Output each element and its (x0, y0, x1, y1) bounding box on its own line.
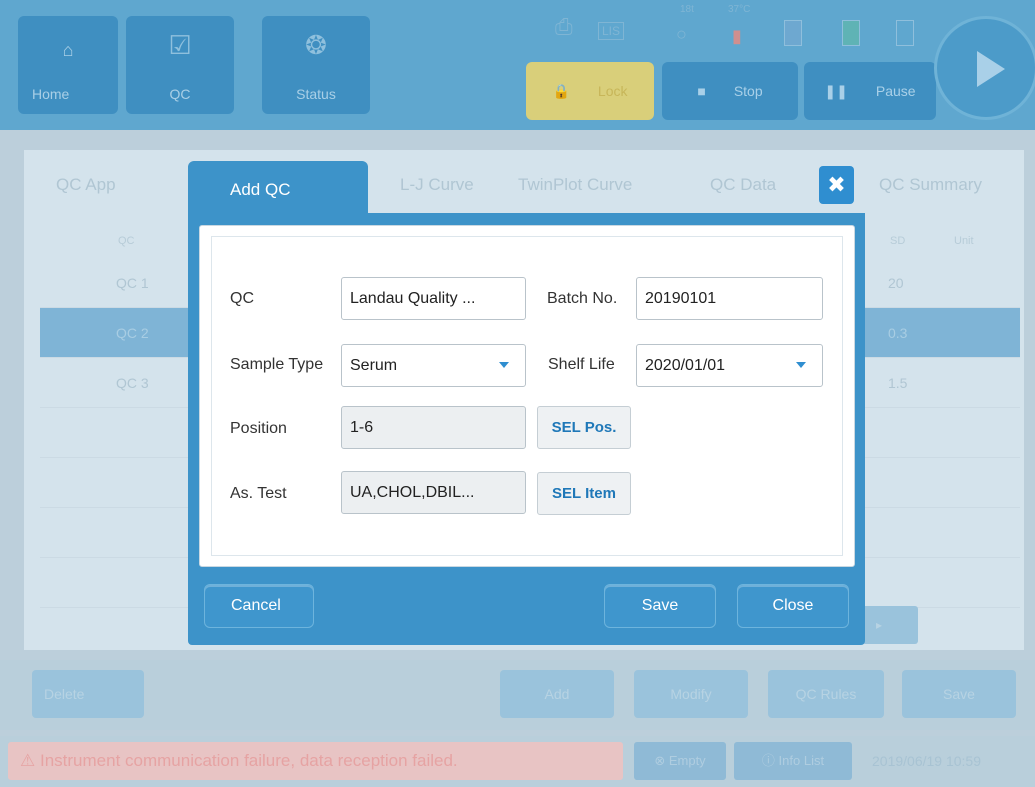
nav-status-button[interactable]: ❂ Status (262, 16, 370, 114)
col-unit-header: Unit (954, 235, 974, 247)
delete-button[interactable]: Delete (32, 670, 144, 718)
modify-button[interactable]: Modify (634, 670, 748, 718)
nav-home-label: Home (32, 86, 70, 102)
nav-status-label: Status (296, 86, 336, 102)
pause-button[interactable]: ❚❚ Pause (804, 62, 936, 120)
col-qc-header: QC (118, 235, 135, 247)
thermometer-icon: ▮ (732, 26, 742, 46)
nav-qc-button[interactable]: ☑ QC (126, 16, 234, 114)
empty-button[interactable]: ⊗ Empty (634, 742, 726, 780)
as-test-field: UA,CHOL,DBIL... (341, 471, 526, 514)
lis-icon[interactable]: LIS (598, 22, 625, 40)
waste-icon (842, 20, 860, 46)
tab-qc-data[interactable]: QC Data (710, 160, 776, 210)
batch-no-label: Batch No. (547, 290, 618, 307)
alarm-text: Instrument communication failure, data r… (39, 751, 458, 770)
water-icon (896, 20, 914, 46)
lock-button[interactable]: 🔒 Lock (526, 62, 654, 120)
sample-type-value: Serum (350, 357, 398, 374)
alarm-banner[interactable]: ⚠ Instrument communication failure, data… (8, 742, 623, 780)
empty-label: Empty (668, 753, 706, 768)
as-test-label: As. Test (230, 485, 287, 502)
save-bottom-button[interactable]: Save (902, 670, 1016, 718)
lock-label: Lock (597, 83, 628, 99)
save-button[interactable]: Save (604, 584, 716, 628)
cancel-button[interactable]: Cancel (204, 584, 314, 628)
stop-button[interactable]: ■ Stop (662, 62, 798, 120)
shelf-life-dropdown[interactable]: 2020/01/01 (636, 344, 823, 387)
row-sd: 1.5 (888, 375, 908, 391)
top-toolbar: ⌂ Home ☑ QC ❂ Status ⎙ LIS 18t 37°C ○ ▮ … (0, 0, 1035, 130)
reagent-icon (784, 20, 802, 46)
row-sd: 0.3 (888, 325, 908, 341)
batch-no-field[interactable]: 20190101 (636, 277, 823, 320)
pause-icon: ❚❚ (824, 82, 848, 99)
lock-icon: 🔒 (552, 82, 570, 99)
dialog-title-tab: Add QC (188, 161, 368, 215)
qc-label: QC (230, 290, 254, 307)
add-button[interactable]: Add (500, 670, 614, 718)
chevron-down-icon (796, 362, 806, 368)
printer-icon[interactable]: ⎙ (555, 14, 573, 40)
row-qc: QC 2 (116, 325, 149, 341)
page-next-button[interactable]: ▸ (862, 606, 918, 644)
pause-label: Pause (875, 83, 916, 99)
empty-icon: ⊗ (654, 753, 666, 768)
nav-home-button[interactable]: ⌂ Home (18, 16, 118, 114)
position-label: Position (230, 420, 287, 437)
shelf-life-label: Shelf Life (548, 356, 615, 373)
sel-item-button[interactable]: SEL Item (537, 472, 631, 515)
qc-rules-button[interactable]: QC Rules (768, 670, 884, 718)
close-button[interactable]: Close (737, 584, 849, 628)
position-field: 1-6 (341, 406, 526, 449)
tab-lj-curve[interactable]: L-J Curve (400, 160, 474, 210)
info-icon: ⓘ (761, 753, 775, 768)
rotor-icon: ❂ (305, 30, 327, 60)
stop-label: Stop (733, 83, 763, 99)
chevron-down-icon (499, 362, 509, 368)
lamp-icon: ○ (676, 24, 687, 44)
tab-qc-summary[interactable]: QC Summary (879, 160, 982, 210)
temp-label-1: 18t (680, 4, 694, 15)
row-qc: QC 1 (116, 275, 149, 291)
tab-qc-app[interactable]: QC App (56, 160, 116, 210)
info-list-label: Info List (778, 753, 825, 768)
run-button[interactable] (934, 16, 1035, 120)
sample-type-dropdown[interactable]: Serum (341, 344, 526, 387)
close-icon[interactable]: ✖ (819, 166, 854, 204)
row-qc: QC 3 (116, 375, 149, 391)
info-list-button[interactable]: ⓘ Info List (734, 742, 852, 780)
shelf-life-value: 2020/01/01 (645, 357, 726, 374)
tab-row: QC App L-J Curve TwinPlot Curve QC Data … (24, 160, 1024, 210)
tab-twinplot-curve[interactable]: TwinPlot Curve (518, 160, 632, 210)
nav-qc-label: QC (169, 86, 191, 102)
temp-label-2: 37°C (728, 4, 751, 15)
col-sd-header: SD (890, 235, 906, 247)
warning-icon: ⚠ (20, 751, 36, 770)
shield-check-icon: ☑ (168, 30, 192, 60)
sel-pos-button[interactable]: SEL Pos. (537, 406, 631, 449)
clock-display: 2019/06/19 10:59 (872, 753, 981, 769)
home-icon: ⌂ (62, 40, 74, 60)
qc-name-field[interactable]: Landau Quality ... (341, 277, 526, 320)
sample-type-label: Sample Type (230, 356, 324, 373)
stop-icon: ■ (697, 83, 706, 99)
row-sd: 20 (888, 275, 904, 291)
dialog-title: Add QC (230, 180, 291, 199)
